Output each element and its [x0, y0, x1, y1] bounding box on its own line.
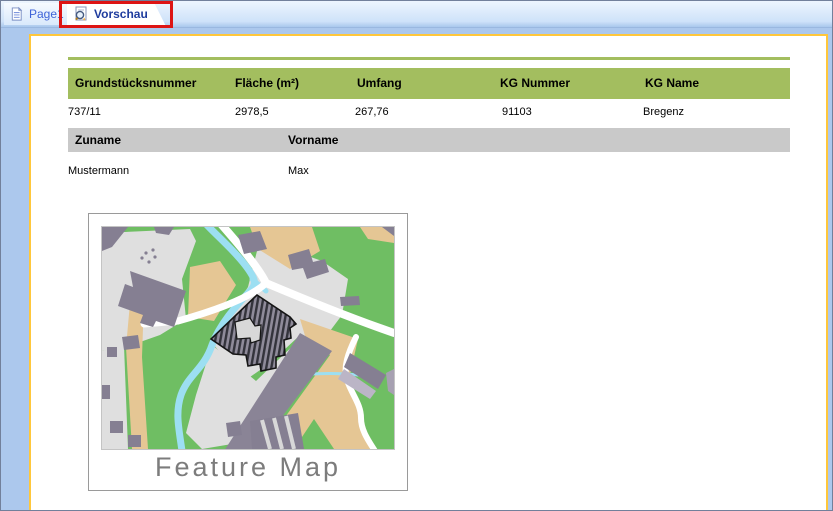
- feature-map-image: [101, 226, 395, 450]
- value-flaeche: 2978,5: [235, 106, 269, 118]
- tab-page1-label: Page1: [29, 7, 64, 21]
- tab-vorschau[interactable]: Vorschau: [67, 2, 166, 26]
- value-zuname: Mustermann: [68, 165, 129, 177]
- header-kg-nummer: KG Nummer: [500, 68, 570, 99]
- tab-vorschau-label: Vorschau: [94, 7, 148, 21]
- tab-bar: Page1 Vorschau: [1, 1, 832, 28]
- tab-page1[interactable]: Page1: [4, 3, 76, 25]
- header-grundstuecksnummer: Grundstücksnummer: [75, 68, 196, 99]
- value-umfang: 267,76: [355, 106, 389, 118]
- report-page: Grundstücksnummer Fläche (m²) Umfang KG …: [29, 34, 828, 510]
- parcel-table-row: 737/11 2978,5 267,76 91103 Bregenz: [68, 106, 790, 120]
- header-zuname: Zuname: [75, 128, 121, 152]
- feature-map-frame: Feature Map: [88, 213, 408, 491]
- header-kg-name: KG Name: [645, 68, 699, 99]
- report-preview-window: Page1 Vorschau Grundstücksnummer Fläche …: [0, 0, 833, 511]
- feature-map-caption: Feature Map: [89, 452, 407, 483]
- print-preview-icon: [73, 6, 89, 22]
- page-icon: [9, 6, 24, 22]
- value-grundstuecksnummer: 737/11: [68, 106, 101, 118]
- table-top-rule: [68, 57, 790, 60]
- map-canvas: [102, 227, 394, 449]
- header-umfang: Umfang: [357, 68, 402, 99]
- value-kg-name: Bregenz: [643, 106, 684, 118]
- header-vorname: Vorname: [288, 128, 338, 152]
- parcel-table-header: Grundstücksnummer Fläche (m²) Umfang KG …: [68, 68, 790, 99]
- value-kg-nummer: 91103: [502, 106, 532, 118]
- value-vorname: Max: [288, 165, 309, 177]
- owner-table-header: Zuname Vorname: [68, 128, 790, 152]
- preview-area: Grundstücksnummer Fläche (m²) Umfang KG …: [1, 28, 832, 510]
- header-flaeche: Fläche (m²): [235, 68, 299, 99]
- owner-table-row: Mustermann Max: [68, 165, 790, 179]
